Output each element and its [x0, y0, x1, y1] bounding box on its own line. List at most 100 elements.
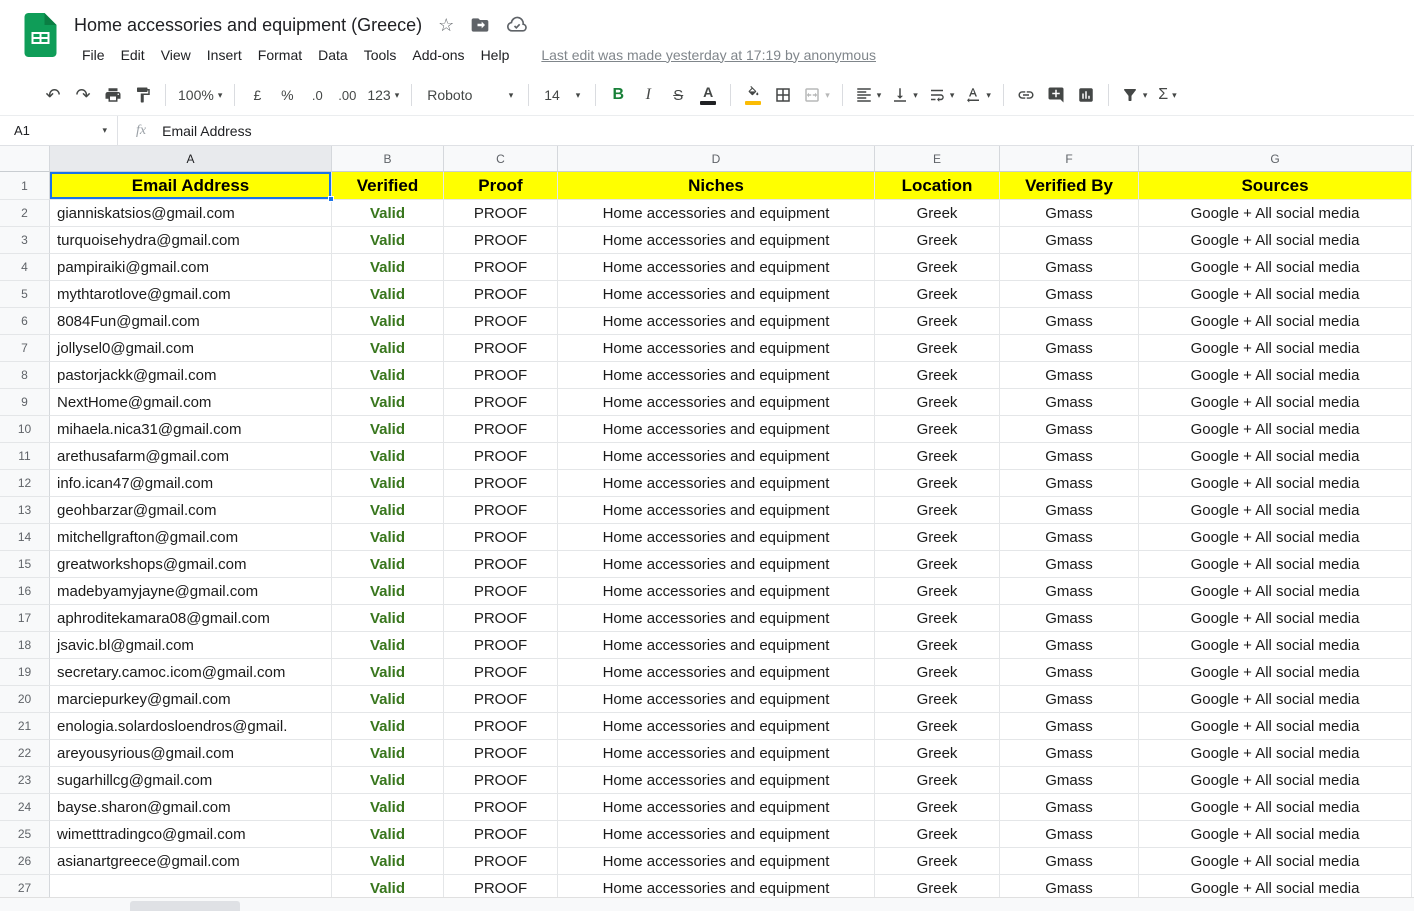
fill-handle[interactable]: [328, 196, 334, 202]
cell-location[interactable]: Greek: [875, 551, 1000, 578]
cell-verified[interactable]: Valid: [332, 713, 444, 740]
cell-proof[interactable]: PROOF: [444, 362, 558, 389]
cell-sources[interactable]: Google + All social media: [1139, 362, 1412, 389]
sheet-tab[interactable]: [130, 901, 240, 911]
cell-niches[interactable]: Home accessories and equipment: [558, 308, 875, 335]
cell-sources[interactable]: Google + All social media: [1139, 578, 1412, 605]
cell-sources[interactable]: Google + All social media: [1139, 227, 1412, 254]
cell-location[interactable]: Greek: [875, 362, 1000, 389]
cell-sources[interactable]: Google + All social media: [1139, 200, 1412, 227]
cell-verified[interactable]: Valid: [332, 605, 444, 632]
cell-niches[interactable]: Home accessories and equipment: [558, 281, 875, 308]
cell-proof[interactable]: PROOF: [444, 686, 558, 713]
cell-sources[interactable]: Google + All social media: [1139, 713, 1412, 740]
cell-email[interactable]: info.ican47@gmail.com: [50, 470, 332, 497]
cell-proof[interactable]: PROOF: [444, 632, 558, 659]
cell-verified[interactable]: Valid: [332, 686, 444, 713]
cell-verified[interactable]: Valid: [332, 389, 444, 416]
cell-proof[interactable]: PROOF: [444, 659, 558, 686]
star-icon[interactable]: ☆: [438, 16, 454, 34]
cell-sources[interactable]: Google + All social media: [1139, 281, 1412, 308]
cell-email[interactable]: pampiraiki@gmail.com: [50, 254, 332, 281]
print-button[interactable]: [98, 80, 128, 110]
cell-niches[interactable]: Home accessories and equipment: [558, 632, 875, 659]
cell-verified-by[interactable]: Gmass: [1000, 767, 1139, 794]
row-number[interactable]: 10: [0, 416, 50, 443]
text-rotation-select[interactable]: ▾: [959, 80, 996, 110]
cell-verified-by[interactable]: Gmass: [1000, 794, 1139, 821]
percent-format-button[interactable]: %: [272, 80, 302, 110]
cell-proof[interactable]: PROOF: [444, 794, 558, 821]
cell-sources[interactable]: Google + All social media: [1139, 605, 1412, 632]
cell-verified[interactable]: Valid: [332, 767, 444, 794]
cell-location[interactable]: Greek: [875, 605, 1000, 632]
cell-location[interactable]: Greek: [875, 416, 1000, 443]
cell-sources[interactable]: Google + All social media: [1139, 848, 1412, 875]
cell-email[interactable]: turquoisehydra@gmail.com: [50, 227, 332, 254]
cell-email[interactable]: gianniskatsios@gmail.com: [50, 200, 332, 227]
cell-verified[interactable]: Valid: [332, 578, 444, 605]
cell-verified-by[interactable]: Gmass: [1000, 227, 1139, 254]
cell-verified[interactable]: Valid: [332, 821, 444, 848]
cell-verified-by[interactable]: Gmass: [1000, 848, 1139, 875]
cell-location[interactable]: Greek: [875, 227, 1000, 254]
cell-proof[interactable]: PROOF: [444, 551, 558, 578]
row-number[interactable]: 15: [0, 551, 50, 578]
cell-proof[interactable]: PROOF: [444, 524, 558, 551]
cell-email[interactable]: geohbarzar@gmail.com: [50, 497, 332, 524]
cell-email[interactable]: madebyamyjayne@gmail.com: [50, 578, 332, 605]
cell-proof[interactable]: PROOF: [444, 308, 558, 335]
cell-verified[interactable]: Valid: [332, 848, 444, 875]
cell-location[interactable]: Greek: [875, 524, 1000, 551]
column-header-F[interactable]: F: [1000, 146, 1139, 172]
cell-verified-by[interactable]: Gmass: [1000, 335, 1139, 362]
cell-niches[interactable]: Home accessories and equipment: [558, 362, 875, 389]
cell-verified[interactable]: Valid: [332, 443, 444, 470]
borders-button[interactable]: [768, 80, 798, 110]
cell-verified[interactable]: Valid: [332, 551, 444, 578]
cell-E1[interactable]: Location: [875, 172, 1000, 200]
select-all-corner[interactable]: [0, 146, 50, 172]
cell-location[interactable]: Greek: [875, 389, 1000, 416]
menu-tools[interactable]: Tools: [356, 44, 405, 66]
row-number[interactable]: 7: [0, 335, 50, 362]
cell-verified-by[interactable]: Gmass: [1000, 551, 1139, 578]
cell-email[interactable]: jsavic.bl@gmail.com: [50, 632, 332, 659]
row-number[interactable]: 26: [0, 848, 50, 875]
cell-verified-by[interactable]: Gmass: [1000, 200, 1139, 227]
cell-verified-by[interactable]: Gmass: [1000, 281, 1139, 308]
cell-verified[interactable]: Valid: [332, 524, 444, 551]
cell-sources[interactable]: Google + All social media: [1139, 767, 1412, 794]
cell-sources[interactable]: Google + All social media: [1139, 335, 1412, 362]
bold-button[interactable]: B: [603, 80, 633, 110]
row-number[interactable]: 8: [0, 362, 50, 389]
row-number-1[interactable]: 1: [0, 172, 50, 200]
cell-proof[interactable]: PROOF: [444, 389, 558, 416]
row-number[interactable]: 21: [0, 713, 50, 740]
cell-proof[interactable]: PROOF: [444, 200, 558, 227]
menu-addons[interactable]: Add-ons: [404, 44, 472, 66]
cell-email[interactable]: jollysel0@gmail.com: [50, 335, 332, 362]
cell-verified-by[interactable]: Gmass: [1000, 821, 1139, 848]
cell-verified[interactable]: Valid: [332, 281, 444, 308]
cell-email[interactable]: aphroditekamara08@gmail.com: [50, 605, 332, 632]
cell-email[interactable]: secretary.camoc.icom@gmail.com: [50, 659, 332, 686]
cell-email[interactable]: pastorjackk@gmail.com: [50, 362, 332, 389]
undo-button[interactable]: ↶: [38, 80, 68, 110]
row-number[interactable]: 2: [0, 200, 50, 227]
cell-niches[interactable]: Home accessories and equipment: [558, 659, 875, 686]
cell-proof[interactable]: PROOF: [444, 767, 558, 794]
cell-niches[interactable]: Home accessories and equipment: [558, 389, 875, 416]
cell-email[interactable]: mihaela.nica31@gmail.com: [50, 416, 332, 443]
number-format-select[interactable]: 123▾: [362, 80, 404, 110]
cell-niches[interactable]: Home accessories and equipment: [558, 767, 875, 794]
cell-verified-by[interactable]: Gmass: [1000, 254, 1139, 281]
text-wrap-select[interactable]: ▾: [923, 80, 960, 110]
column-header-C[interactable]: C: [444, 146, 558, 172]
cell-sources[interactable]: Google + All social media: [1139, 497, 1412, 524]
menu-insert[interactable]: Insert: [199, 44, 250, 66]
cell-niches[interactable]: Home accessories and equipment: [558, 470, 875, 497]
column-header-E[interactable]: E: [875, 146, 1000, 172]
cell-email[interactable]: NextHome@gmail.com: [50, 389, 332, 416]
row-number[interactable]: 4: [0, 254, 50, 281]
